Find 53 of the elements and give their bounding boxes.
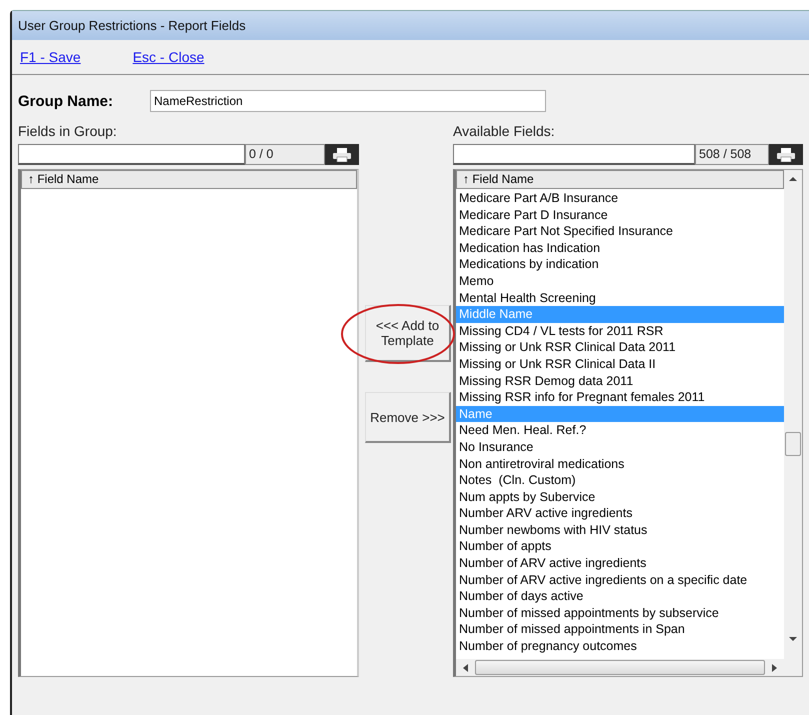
list-row[interactable]: Medicare Part A/B Insurance xyxy=(456,190,784,207)
list-row[interactable]: Missing RSR info for Pregnant females 2011 xyxy=(456,389,784,406)
print-button[interactable] xyxy=(769,144,803,165)
list-row[interactable]: Number of missed appointments in Span xyxy=(456,621,784,638)
panel-label: Fields in Group: xyxy=(18,123,118,141)
list-row[interactable]: Number of days active xyxy=(456,588,784,605)
record-count: 0 / 0 xyxy=(245,144,325,165)
scroll-up-icon[interactable] xyxy=(789,176,797,182)
list-row[interactable]: No Insurance xyxy=(456,438,784,456)
scroll-right-icon[interactable] xyxy=(771,664,778,672)
list-row[interactable]: Missing RSR Demog data 2011 xyxy=(456,372,784,390)
list-row[interactable]: Number of ARV active ingredients on a specific date xyxy=(456,572,784,588)
remove-button[interactable]: Remove >>> xyxy=(365,392,451,443)
list-row[interactable]: Medicare Part Not Specified Insurance xyxy=(456,223,784,240)
scroll-left-icon[interactable] xyxy=(462,664,469,672)
filter-field[interactable] xyxy=(18,144,245,165)
list-row[interactable]: Number of ARV active ingredients xyxy=(456,555,784,572)
list-row[interactable]: Number of appts xyxy=(456,538,784,556)
filter-field[interactable] xyxy=(453,144,695,165)
list-row[interactable]: Medications by indication xyxy=(456,256,784,273)
vertical-scrollbar[interactable] xyxy=(784,170,802,676)
list-row[interactable]: Mental Health Screening xyxy=(456,290,784,306)
add-to-template-button[interactable]: <<< Add to Template xyxy=(365,305,451,362)
group-name-field[interactable]: NameRestriction xyxy=(150,90,546,112)
list-row[interactable]: Medication has Indication xyxy=(456,240,784,256)
list-row[interactable]: Missing or Unk RSR Clinical Data II xyxy=(456,356,784,373)
list-row[interactable]: Need Men. Heal. Ref.? xyxy=(456,422,784,439)
scrollbar-thumb[interactable] xyxy=(785,432,801,456)
list-row[interactable]: Number newboms with HIV status xyxy=(456,522,784,538)
printer-icon xyxy=(776,148,796,162)
list-row[interactable]: Memo xyxy=(456,272,784,290)
print-button[interactable] xyxy=(325,144,359,165)
panel-label: Available Fields: xyxy=(453,123,556,141)
list-row[interactable]: Number ARV active ingredients xyxy=(456,505,784,522)
column-header[interactable]: ↑ Field Name xyxy=(456,170,784,189)
toolbar-link[interactable]: F1 - Save xyxy=(20,49,81,65)
list-row[interactable]: Num appts by Subervice xyxy=(456,488,784,506)
scrollbar-thumb[interactable] xyxy=(475,660,765,675)
window-title: User Group Restrictions - Report Fields xyxy=(18,18,246,33)
column-header[interactable]: ↑ Field Name xyxy=(21,170,357,189)
printer-icon xyxy=(332,148,352,162)
scroll-down-icon[interactable] xyxy=(789,636,797,642)
toolbar-link[interactable]: Esc - Close xyxy=(132,49,204,65)
record-count: 508 / 508 xyxy=(695,144,769,165)
group-name-label: Group Name: xyxy=(18,92,114,110)
list-row[interactable]: Non antiretroviral medications xyxy=(456,456,784,472)
horizontal-scrollbar[interactable] xyxy=(456,659,784,676)
list-row[interactable]: Medicare Part D Insurance xyxy=(456,206,784,224)
list-row[interactable]: Missing or Unk RSR Clinical Data 2011 xyxy=(456,339,784,356)
list-row[interactable]: Number of missed appointments by subservice xyxy=(456,604,784,622)
list-row[interactable]: Number of pregnancy outcomes xyxy=(456,638,784,655)
list-row[interactable]: Notes (Cln. Custom) xyxy=(456,472,784,489)
list-row[interactable]: Missing CD4 / VL tests for 2011 RSR xyxy=(456,322,784,340)
